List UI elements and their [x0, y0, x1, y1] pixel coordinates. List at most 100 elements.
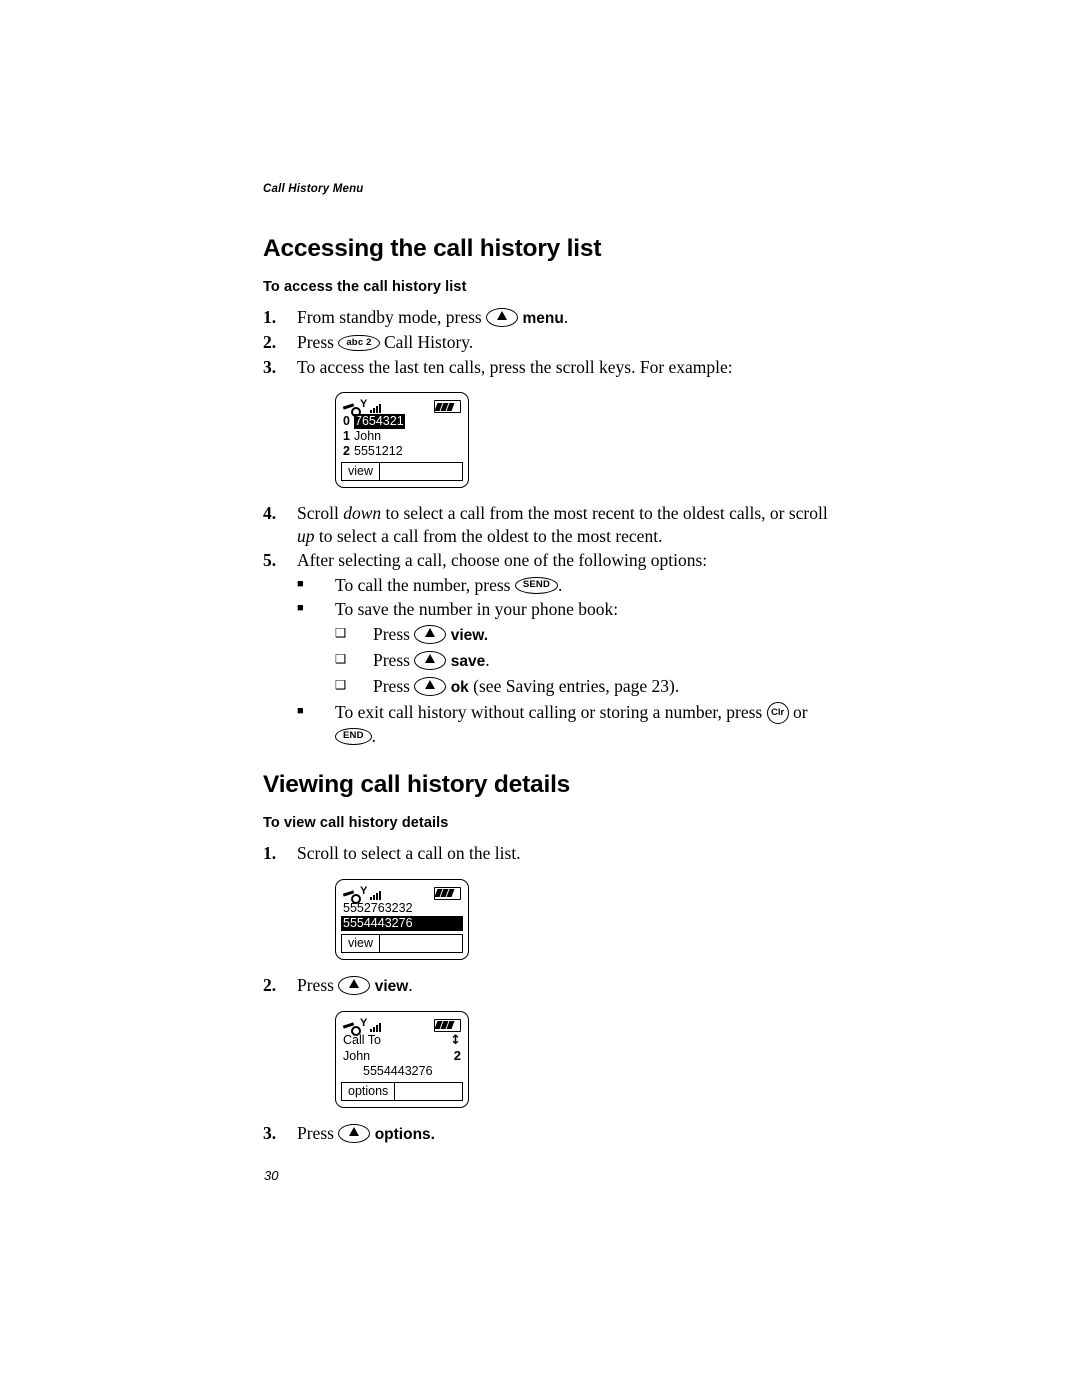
send-key-icon: SEND	[514, 577, 559, 595]
phone-detail-number-row: 5554443276	[341, 1064, 463, 1079]
status-indicators	[343, 1018, 381, 1036]
phone-screen-call-detail: Call To ↕ John 2 5554443276 options	[335, 1010, 469, 1108]
step-text: After selecting a call, choose one of th…	[297, 550, 708, 571]
subbullet-marker: ❑	[335, 676, 347, 692]
row-index: 1	[343, 429, 350, 444]
softkey-empty	[380, 935, 462, 952]
steps-list-access-cont: 4. Scroll down to select a call from the…	[263, 502, 833, 572]
steps-list-view-cont: 2. Press view.	[263, 974, 833, 997]
subbullet-text-before: Press	[373, 623, 410, 644]
step-text-before: From standby mode, press	[297, 307, 482, 327]
scroll-key-icon	[338, 976, 371, 996]
bullet-text-middle: or	[792, 701, 808, 722]
phone-list-row: 2 5551212	[341, 444, 463, 459]
step-text-after: .	[430, 1125, 435, 1143]
step-text-part-2: to select a call from the most recent to…	[385, 503, 828, 524]
phone-softkey-bar: options	[341, 1081, 463, 1101]
step-text-part-1: Scroll	[297, 503, 339, 524]
step-text-after: .	[408, 974, 413, 995]
softkey-empty	[380, 463, 462, 480]
subbullet-text-after: .	[483, 626, 489, 644]
roam-icon	[343, 1023, 361, 1036]
phone-softkey-bar: view	[341, 933, 463, 953]
battery-icon	[434, 886, 461, 900]
status-indicators	[343, 886, 381, 904]
step-text: Press abc 2 Call History.	[297, 331, 833, 354]
step-text-before: Press	[297, 331, 334, 352]
bullet-item-save-number: ■ To save the number in your phone book:	[297, 598, 833, 621]
step-italic-up: up	[297, 525, 315, 546]
bullet-text: To save the number in your phone book:	[335, 599, 619, 620]
step-text: Press view.	[297, 974, 833, 997]
step-text: Scroll down to select a call from the mo…	[297, 502, 833, 547]
signal-bars-icon	[370, 1022, 381, 1032]
subbullet-bold-label: view	[450, 626, 484, 644]
step-text: From standby mode, press menu.	[297, 306, 833, 329]
subbullet-item-press-view: ❑ Press view.	[335, 623, 833, 646]
scroll-key-icon	[486, 308, 519, 328]
step-item: 2. Press view.	[263, 974, 833, 997]
battery-icon	[434, 1018, 461, 1032]
row-index: 2	[343, 444, 350, 459]
step-text: Scroll to select a call on the list.	[297, 843, 521, 864]
section-title-viewing: Viewing call history details	[263, 771, 571, 799]
step-item: 3. To access the last ten calls, press t…	[263, 356, 833, 379]
softkey-empty	[395, 1083, 462, 1100]
row-index: 0	[343, 414, 350, 429]
detail-label: Call To	[343, 1032, 381, 1047]
scroll-key-icon	[414, 625, 447, 645]
phone-status-bar	[341, 885, 463, 904]
softkey-label: view	[342, 463, 381, 481]
step-item: 1. From standby mode, press menu.	[263, 306, 833, 329]
subbullet-text-after: (see Saving entries, page 23).	[473, 675, 680, 696]
bullet-text: To exit call history without calling or …	[335, 701, 833, 748]
step-number: 5.	[263, 550, 277, 571]
step-number: 3.	[263, 356, 277, 377]
detail-number: 5554443276	[363, 1063, 433, 1078]
subbullet-item-press-save: ❑ Press save.	[335, 649, 833, 672]
signal-bars-icon	[370, 890, 381, 900]
antenna-icon	[360, 886, 369, 900]
step-italic-down: down	[343, 503, 382, 524]
step-bold-label: menu	[522, 310, 564, 327]
phone-list-row-selected: 5554443276	[341, 915, 463, 931]
phone-detail-label-row: Call To ↕	[341, 1033, 463, 1048]
step-item: 1. Scroll to select a call on the list.	[263, 842, 833, 865]
step-number: 2.	[263, 331, 277, 352]
bullet-item-exit-history: ■ To exit call history without calling o…	[297, 701, 833, 748]
page-content: Call History Menu Accessing the call his…	[263, 183, 833, 1147]
battery-icon	[434, 400, 461, 414]
end-key-icon: END	[335, 728, 372, 746]
step-item: 5. After selecting a call, choose one of…	[263, 549, 833, 572]
step-item: 3. Press options.	[263, 1122, 833, 1145]
status-indicators	[343, 399, 381, 418]
subbullet-marker: ❑	[335, 650, 347, 666]
abc2-key-icon: abc 2	[338, 334, 380, 352]
step-bold-label: view	[374, 977, 409, 995]
step-text: To access the last ten calls, press the …	[297, 356, 733, 377]
step-text-after: .	[563, 307, 569, 327]
step-text-before: Press	[297, 1122, 334, 1143]
step-item: 2. Press abc 2 Call History.	[263, 331, 833, 354]
steps-list-access: 1. From standby mode, press menu. 2. Pre…	[263, 306, 833, 378]
task-title-access: To access the call history list	[263, 279, 467, 295]
phone-status-bar	[341, 1017, 463, 1036]
page-number: 30	[264, 1168, 279, 1183]
bullet-text: To call the number, press SEND.	[335, 574, 833, 597]
phone-softkey-bar: view	[341, 462, 463, 482]
scroll-key-icon	[414, 677, 447, 697]
step-number: 3.	[263, 1122, 277, 1143]
step-text-part-3: to select a call from the oldest to the …	[318, 525, 663, 546]
step-number: 4.	[263, 503, 277, 524]
clr-key-icon: Clr	[766, 701, 789, 724]
row-value: 7654321	[354, 414, 405, 430]
subbullet-text: Press save.	[373, 649, 833, 672]
bullet-marker: ■	[297, 577, 304, 590]
softkey-label: view	[342, 934, 381, 952]
bullet-item-call-number: ■ To call the number, press SEND.	[297, 574, 833, 597]
row-value: John	[354, 429, 382, 444]
subbullet-text-before: Press	[373, 675, 410, 696]
antenna-icon	[360, 1018, 369, 1032]
scroll-key-icon	[338, 1124, 371, 1144]
phone-detail-name-row: John 2	[341, 1048, 463, 1064]
